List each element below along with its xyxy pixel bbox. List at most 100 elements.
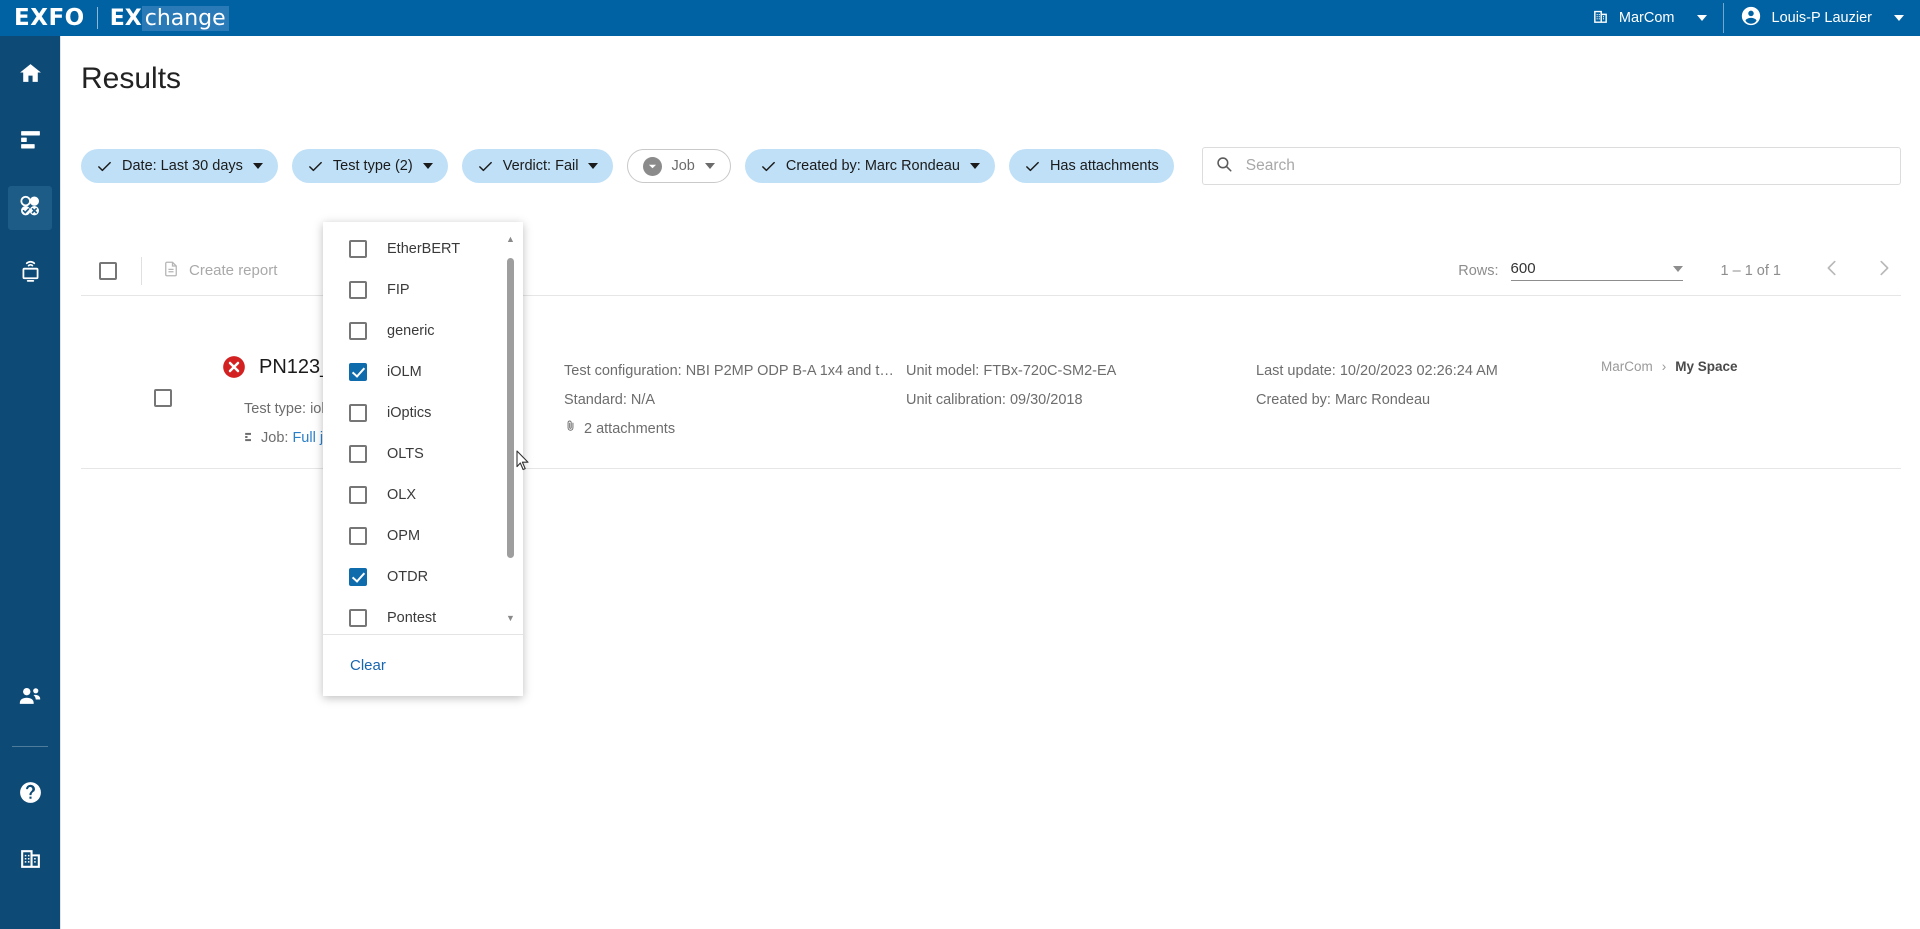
org-selector[interactable]: MarCom [1576, 0, 1723, 36]
scroll-down-arrow-icon[interactable]: ▼ [504, 611, 517, 624]
dropdown-option-olx[interactable]: OLX [323, 474, 523, 515]
page-title: Results [81, 62, 182, 95]
filter-chip-verdict[interactable]: Verdict: Fail [461, 149, 614, 183]
option-checkbox[interactable] [349, 444, 367, 463]
option-label: OTDR [387, 568, 429, 585]
chevron-left-icon [1821, 257, 1843, 284]
main-content: Results Date: Last 30 days Test type (2)… [60, 36, 1920, 929]
result-unit-model: Unit model: FTBx-720C-SM2-EA [906, 363, 1117, 379]
row-select-checkbox[interactable] [154, 389, 172, 407]
result-standard: Standard: N/A [564, 392, 656, 408]
option-label: FIP [387, 281, 410, 298]
org-label: MarCom [1618, 10, 1675, 26]
sidebar-item-results[interactable] [8, 186, 52, 230]
sidebar-item-home[interactable] [8, 54, 52, 98]
test-type-dropdown-panel: EtherBERT FIP generic iOLM iOptics OLTS [323, 222, 523, 696]
chevron-right-icon [1873, 257, 1895, 284]
dropdown-option-fip[interactable]: FIP [323, 269, 523, 310]
select-all-checkbox[interactable] [99, 261, 117, 280]
option-checkbox[interactable] [349, 280, 367, 299]
brand-divider [96, 7, 98, 29]
check-icon [477, 158, 494, 175]
result-attachments[interactable]: 2 attachments [564, 415, 894, 444]
clear-filter-button[interactable]: Clear [350, 657, 386, 674]
user-menu[interactable]: Louis-P Lauzier [1724, 0, 1920, 36]
dropdown-option-olts[interactable]: OLTS [323, 433, 523, 474]
filter-chip-test-type[interactable]: Test type (2) [291, 149, 448, 183]
sidebar-item-dashboard[interactable] [8, 120, 52, 164]
result-unit-calibration: Unit calibration: 09/30/2018 [906, 392, 1083, 408]
sidebar-item-devices[interactable] [8, 252, 52, 296]
filter-chip-created-by[interactable]: Created by: Marc Rondeau [744, 149, 995, 183]
dropdown-scrollbar[interactable]: ▲ ▼ [506, 228, 519, 628]
filter-chip-created-by-label: Created by: Marc Rondeau [785, 158, 960, 174]
scroll-up-arrow-icon[interactable]: ▲ [504, 232, 517, 245]
chevron-down-icon [1672, 265, 1683, 272]
filter-chip-has-attachments-label: Has attachments [1049, 158, 1159, 174]
previous-page-button[interactable] [1815, 254, 1849, 288]
dropdown-option-generic[interactable]: generic [323, 310, 523, 351]
chevron-down-icon [588, 163, 599, 169]
search-input[interactable] [1243, 156, 1888, 176]
search-box[interactable] [1201, 147, 1901, 185]
rail-divider [12, 746, 48, 747]
filter-chip-has-attachments[interactable]: Has attachments [1008, 149, 1174, 183]
chevron-down-icon [704, 163, 715, 169]
top-bar: EXFO EX change MarCom Louis-P Lauzier [0, 0, 1920, 36]
brand-logo[interactable]: EXFO EX change [14, 0, 229, 36]
check-icon [307, 158, 324, 175]
filter-chip-job[interactable]: Job [627, 149, 731, 183]
result-job-prefix: Job: [261, 430, 293, 446]
left-navigation-rail [0, 36, 60, 929]
option-checkbox[interactable] [349, 526, 367, 545]
building-icon [1592, 8, 1609, 29]
dropdown-option-opm[interactable]: OPM [323, 515, 523, 556]
sidebar-item-users[interactable] [8, 676, 52, 720]
option-checkbox[interactable] [349, 362, 367, 381]
create-report-button[interactable]: Create report [162, 260, 277, 282]
rows-label: Rows: [1458, 262, 1499, 279]
option-label: Pontest [387, 609, 437, 626]
fail-icon [221, 354, 247, 380]
next-page-button[interactable] [1867, 254, 1901, 288]
option-label: iOptics [387, 404, 432, 421]
dropdown-option-ioptics[interactable]: iOptics [323, 392, 523, 433]
search-icon [1215, 155, 1233, 178]
dropdown-footer: Clear [323, 634, 523, 696]
circle-caret-icon [643, 156, 663, 176]
option-checkbox[interactable] [349, 608, 367, 627]
dropdown-option-iolm[interactable]: iOLM [323, 351, 523, 392]
sidebar-item-company[interactable] [8, 839, 52, 883]
option-checkbox[interactable] [349, 239, 367, 258]
breadcrumb-root[interactable]: MarCom [1601, 359, 1653, 374]
check-icon [760, 158, 777, 175]
document-icon [162, 260, 180, 282]
option-checkbox[interactable] [349, 403, 367, 422]
dropdown-option-etherbert[interactable]: EtherBERT [323, 228, 523, 269]
monitor-wireless-icon [18, 259, 43, 289]
chevron-down-icon [969, 163, 980, 169]
option-checkbox[interactable] [349, 485, 367, 504]
dropdown-option-otdr[interactable]: OTDR [323, 556, 523, 597]
account-circle-icon [1740, 5, 1762, 31]
option-label: iOLM [387, 363, 422, 380]
test-type-option-list: EtherBERT FIP generic iOLM iOptics OLTS [323, 222, 523, 634]
option-checkbox[interactable] [349, 567, 367, 586]
scrollbar-thumb[interactable] [507, 258, 514, 558]
result-last-update: Last update: 10/20/2023 02:26:24 AM [1256, 363, 1498, 379]
create-report-label: Create report [189, 262, 278, 279]
page-range-label: 1 – 1 of 1 [1720, 262, 1781, 279]
users-icon [17, 683, 43, 714]
result-configuration-column: Test configuration: NBI P2MP ODP B-A 1x4… [564, 357, 894, 444]
rows-per-page-select[interactable]: 600 [1510, 260, 1683, 281]
sidebar-item-help[interactable] [8, 773, 52, 817]
toolbar-divider [141, 256, 142, 285]
filter-chip-date-label: Date: Last 30 days [122, 158, 243, 174]
breadcrumb-current: My Space [1675, 359, 1738, 374]
option-checkbox[interactable] [349, 321, 367, 340]
dropdown-option-pontest[interactable]: Pontest [323, 597, 523, 634]
result-update-column: Last update: 10/20/2023 02:26:24 AM Crea… [1256, 357, 1586, 415]
filter-chip-date[interactable]: Date: Last 30 days [81, 149, 278, 183]
filter-bar: Date: Last 30 days Test type (2) Verdict… [81, 146, 1901, 186]
option-label: OLTS [387, 445, 424, 462]
